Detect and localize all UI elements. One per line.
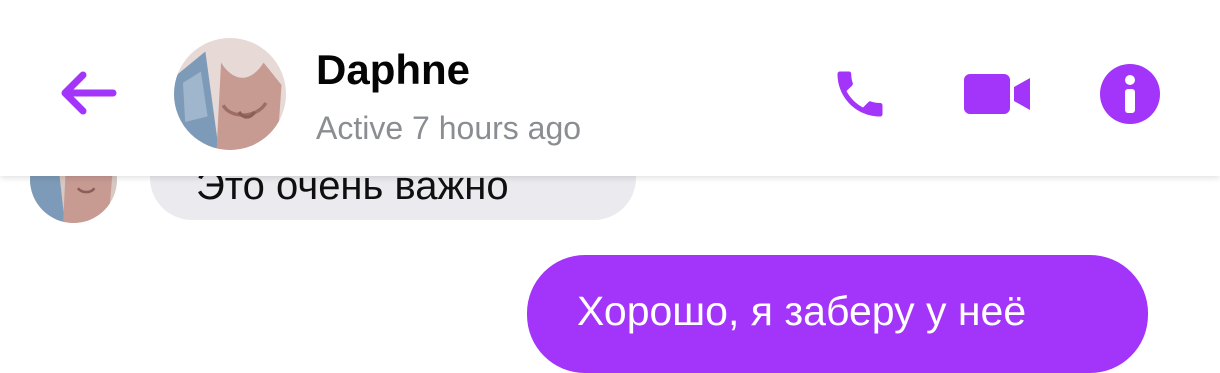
contact-name[interactable]: Daphne [316, 46, 470, 94]
contact-status: Active 7 hours ago [316, 110, 582, 146]
outgoing-message-text: Хорошо, я заберу у неё [577, 288, 1027, 334]
avatar-photo [174, 38, 286, 150]
outgoing-message-bubble[interactable]: Хорошо, я заберу у неё [527, 255, 1148, 373]
video-camera-icon [964, 74, 1030, 114]
call-button[interactable] [820, 56, 900, 132]
info-button[interactable] [1090, 56, 1170, 132]
arrow-left-icon [61, 71, 117, 115]
info-icon [1100, 64, 1160, 124]
phone-icon [837, 71, 883, 117]
video-call-button[interactable] [956, 56, 1036, 132]
back-button[interactable] [48, 55, 128, 131]
contact-avatar[interactable] [174, 38, 286, 150]
chat-header: Daphne Active 7 hours ago [0, 0, 1220, 176]
